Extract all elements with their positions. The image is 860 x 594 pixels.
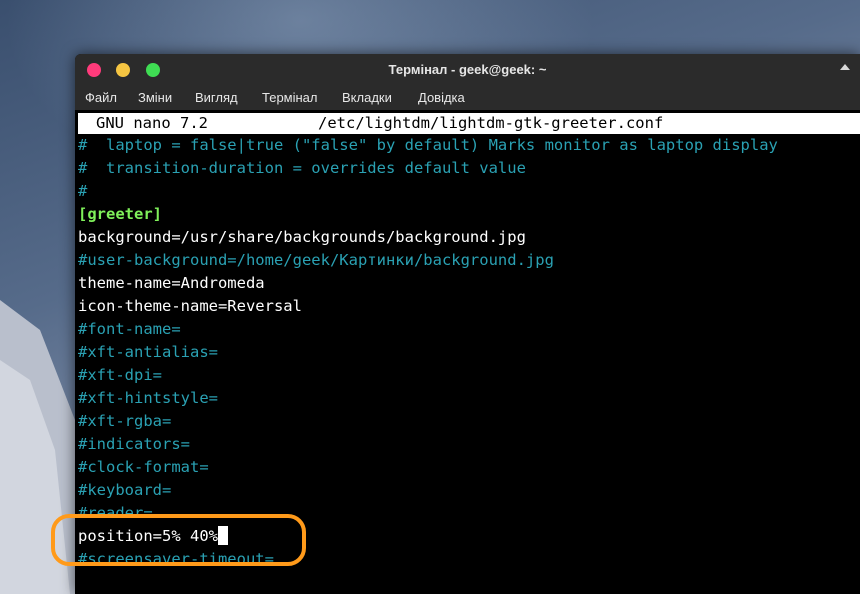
orange-highlight-annotation [51, 514, 306, 566]
editor-line: theme-name=Andromeda [78, 274, 265, 292]
menu-bar: Файл Зміни Вигляд Термінал Вкладки Довід… [75, 86, 860, 110]
menu-view[interactable]: Вигляд [195, 90, 238, 105]
editor-line: background=/usr/share/backgrounds/backgr… [78, 228, 526, 246]
menu-tabs[interactable]: Вкладки [342, 90, 392, 105]
editor-line: #xft-antialias= [78, 343, 218, 361]
menu-file[interactable]: Файл [85, 90, 117, 105]
terminal-window: Термінал - geek@geek: ~ Файл Зміни Вигля… [75, 54, 860, 594]
chevron-up-icon[interactable] [840, 64, 850, 70]
editor-line: #xft-hintstyle= [78, 389, 218, 407]
menu-edit[interactable]: Зміни [138, 90, 172, 105]
editor-line: #font-name= [78, 320, 181, 338]
editor-line: #clock-format= [78, 458, 209, 476]
editor-line: # laptop = false|true ("false" by defaul… [78, 136, 778, 154]
editor-line: #user-background=/home/geek/Картинки/bac… [78, 251, 554, 269]
editor-line-section: [greeter] [78, 205, 162, 223]
nano-version: GNU nano 7.2 [96, 114, 208, 132]
editor-line: icon-theme-name=Reversal [78, 297, 302, 315]
editor-line: # transition-duration = overrides defaul… [78, 159, 526, 177]
editor-line: #xft-rgba= [78, 412, 172, 430]
editor-line: #xft-dpi= [78, 366, 162, 384]
menu-help[interactable]: Довідка [418, 90, 465, 105]
menu-terminal[interactable]: Термінал [262, 90, 318, 105]
window-title: Термінал - geek@geek: ~ [388, 62, 547, 77]
editor-line: #keyboard= [78, 481, 172, 499]
nano-header-bar: GNU nano 7.2 /etc/lightdm/lightdm-gtk-gr… [78, 113, 860, 134]
title-bar[interactable]: Термінал - geek@geek: ~ [75, 54, 860, 86]
editor-line: # [78, 182, 88, 200]
nano-file-path: /etc/lightdm/lightdm-gtk-greeter.conf [318, 114, 664, 132]
editor-line: #indicators= [78, 435, 190, 453]
